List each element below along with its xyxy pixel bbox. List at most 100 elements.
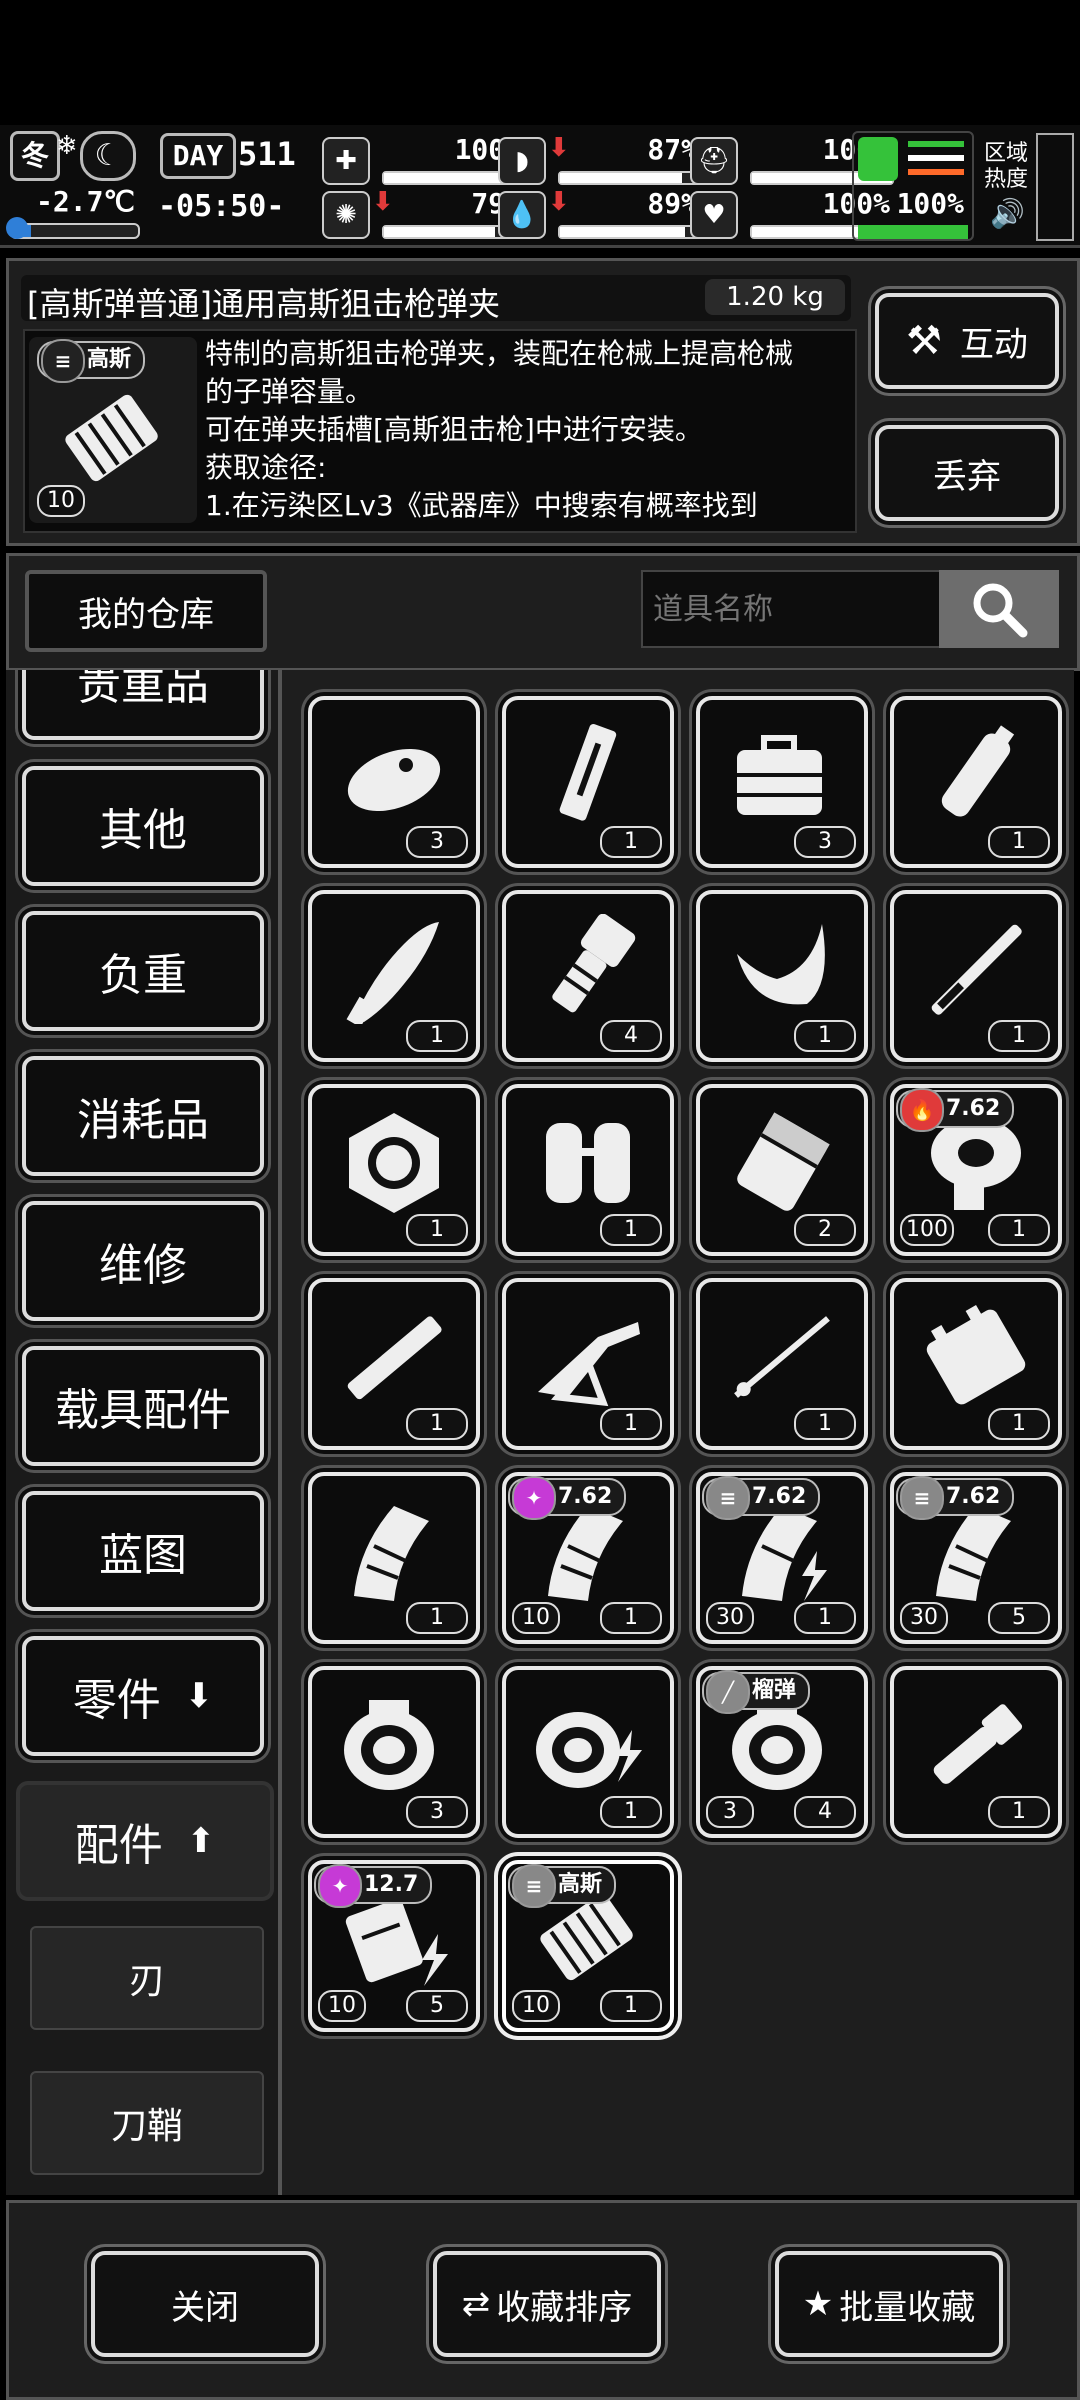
item-slot[interactable]: ≡ 高斯 10 1 [502,1860,674,2032]
region-heat-meter [1036,133,1074,241]
item-slot[interactable]: 1 [696,890,868,1062]
stat-value: 87% [647,133,698,166]
category-label: 配件 [74,1820,163,1871]
curved-blade-icon [346,922,439,1024]
durability-badge: 10 [512,1990,560,2022]
item-slot[interactable]: 3 [696,696,868,868]
item-slot[interactable]: ╱ 榴弹 3 4 [696,1666,868,1838]
category-3[interactable]: 负重 [22,911,264,1031]
sort-favorites-button[interactable]: ⇄ 收藏排序 [433,2251,661,2357]
item-slot[interactable]: 4 [502,890,674,1062]
bullets-icon: ≡ [706,1476,750,1520]
durability-badge: 3 [706,1796,754,1828]
item-slot[interactable]: 1 [308,1472,480,1644]
quantity-badge: 1 [600,1990,662,2022]
item-slot[interactable]: 1 [502,696,674,868]
battery-pack-icon [926,1305,1026,1405]
category-2[interactable]: 其他 [22,766,264,886]
item-slot[interactable]: 1 [890,890,1062,1062]
item-title: [高斯弹普通]通用高斯狙击枪弹夹 [27,285,500,323]
item-slot[interactable]: 2 [696,1084,868,1256]
quantity-badge: 3 [406,1796,468,1828]
category-sidebar: 贵重品其他负重消耗品维修载具配件蓝图零件 ⬇ 配件 ⬆ 刃刀鞘 [6,670,282,2195]
item-slot[interactable]: ✦ 12.7 10 5 [308,1860,480,2032]
item-slot[interactable]: 1 [308,1084,480,1256]
stomach-icon: ◗ [498,137,546,185]
item-slot[interactable]: 1 [696,1278,868,1450]
item-slot[interactable]: 3 [308,696,480,868]
thermometer-icon [6,217,28,239]
description-line: 的子弹容量。 [205,375,374,408]
item-slot[interactable]: 3 [308,1666,480,1838]
item-slot[interactable]: 1 [502,1666,674,1838]
temperature-text: -2.7℃ [36,185,135,218]
category-1[interactable]: 贵重品 [22,670,264,740]
category-9[interactable]: 配件 ⬆ [16,1781,274,1901]
item-slot[interactable]: 1 [308,1278,480,1450]
warehouse-tab[interactable]: 我的仓库 [25,570,267,652]
category-label: 零件 [72,1675,161,1726]
item-slot[interactable]: 1 [502,1084,674,1256]
stamina-value: 100% [896,187,964,220]
katana-blade-icon [931,924,1022,1015]
quantity-badge: 1 [600,826,662,858]
quantity-badge: 1 [988,826,1050,858]
batch-favorite-button[interactable]: ★ 批量收藏 [775,2251,1003,2357]
search-button[interactable] [939,570,1059,648]
subcategory-2[interactable]: 刀鞘 [30,2071,264,2175]
item-slot[interactable]: 1 [890,1666,1062,1838]
suppressor-icon [941,725,1015,817]
close-button[interactable]: 关闭 [91,2251,319,2357]
ammo-tag-text: 榴弹 [752,1678,797,1703]
item-description: 特制的高斯狙击枪弹夹，装配在枪械上提高枪械 的子弹容量。 可在弹夹插槽[高斯狙击枪]… [205,335,845,525]
curved-guard-icon [737,924,825,1005]
item-slot[interactable]: 🔥 7.62 100 1 [890,1084,1062,1256]
stamina-box: 100% [852,131,974,241]
category-5[interactable]: 维修 [22,1201,264,1321]
category-8[interactable]: 零件 ⬇ [22,1636,264,1756]
crescent-moon-icon: ☾ [80,131,136,181]
toolbox-icon [737,735,822,815]
quantity-badge: 1 [794,1602,856,1634]
subcategory-1[interactable]: 刃 [30,1926,264,2030]
ammo-tag: ✦ 7.62 [508,1476,627,1520]
quantity-badge: 1 [600,1214,662,1246]
swap-arrows-icon: ⇄ [461,2284,491,2324]
pouch-icon [737,1112,830,1211]
interact-button[interactable]: ⚒ 互动 [875,293,1059,389]
grenade-round-icon: ╱ [706,1670,750,1714]
bullets-icon: ≡ [41,339,85,383]
item-slot[interactable]: ≡ 7.62 30 5 [890,1472,1062,1644]
item-slot[interactable]: 1 [890,1278,1062,1450]
speaker-icon[interactable]: 🔊 [990,197,1025,230]
ammo-tag-text: 7.62 [946,1484,1001,1509]
quantity-badge: 2 [794,1214,856,1246]
discard-button[interactable]: 丢弃 [875,425,1059,521]
brain-icon: ✺ [322,191,370,239]
ammo-tag: ✦ 12.7 [314,1864,433,1908]
search-input[interactable] [641,570,955,648]
category-label: 维修 [99,1240,187,1291]
item-slot[interactable]: ✦ 7.62 10 1 [502,1472,674,1644]
item-count: 10 [37,485,85,517]
item-slot[interactable]: 1 [502,1278,674,1450]
category-label: 蓝图 [99,1530,187,1581]
durability-badge: 30 [900,1602,948,1634]
quantity-badge: 1 [794,1020,856,1052]
item-slot[interactable]: 1 [890,696,1062,868]
category-4[interactable]: 消耗品 [22,1056,264,1176]
item-tag-text: 高斯 [87,347,132,372]
flashlight-small-icon [933,1704,1023,1784]
description-line: 可在弹夹插槽[高斯狙击枪]中进行安装。 [205,413,703,446]
arrow-up-icon: ⬆ [186,1821,216,1861]
category-7[interactable]: 蓝图 [22,1491,264,1611]
quantity-badge: 3 [794,826,856,858]
category-6[interactable]: 载具配件 [22,1346,264,1466]
ammo-tag: 🔥 7.62 [896,1088,1015,1132]
description-line: 1.在污染区Lv3《武器库》中搜索有概率找到 [205,489,758,522]
item-slot[interactable]: ≡ 7.62 30 1 [696,1472,868,1644]
quantity-badge: 1 [600,1602,662,1634]
ammo-tag: ≡ 7.62 [896,1476,1015,1520]
stamina-bar [858,225,968,239]
item-slot[interactable]: 1 [308,890,480,1062]
